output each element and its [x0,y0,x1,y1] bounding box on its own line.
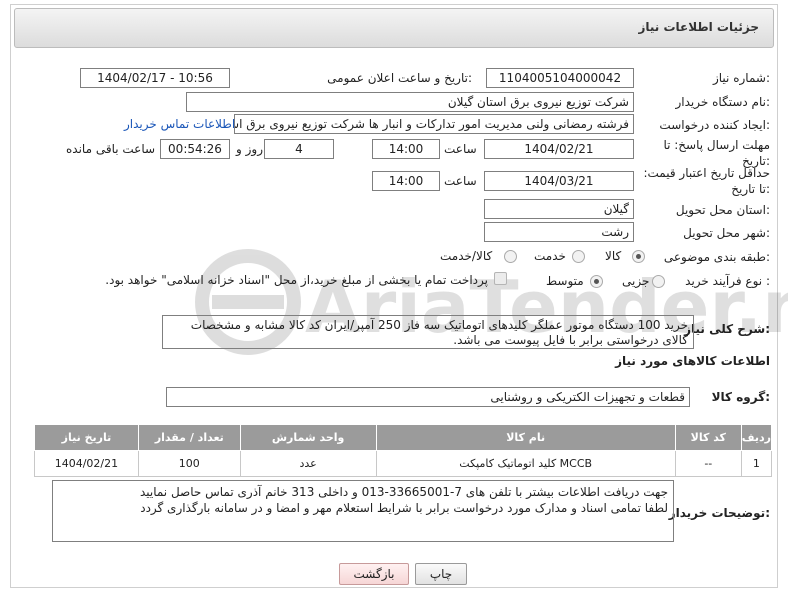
need-number-label: شماره نیاز: [712,71,770,85]
announce-label: تاریخ و ساعت اعلان عمومی: [327,71,472,85]
cell-quantity: 100 [137,450,241,477]
need-number-field[interactable]: 1104005104000042 [486,68,634,88]
process-option-medium: متوسط [546,274,584,288]
category-option-service: خدمت [534,249,566,263]
city-label: شهر محل تحویل: [683,226,770,240]
category-label: طبقه بندی موضوعی: [663,250,770,264]
category-radio-service[interactable] [572,250,585,263]
buyer-notes-label: توضیحات خریدار: [668,506,770,520]
buyer-org-field[interactable]: شرکت توزیع نیروی برق استان گیلان [186,92,634,112]
col-unit: واحد شمارش [239,424,377,451]
category-radio-goods-service[interactable] [504,250,517,263]
days-label: روز و [236,142,263,156]
category-option-goods-service: کالا/خدمت [440,249,493,263]
payment-note: پرداخت تمام یا بخشی از مبلغ خرید،از محل … [105,273,488,287]
reply-time-field[interactable]: 14:00 [372,139,440,159]
days-field[interactable]: 4 [264,139,334,159]
announce-field[interactable]: 1404/02/17 - 10:56 [80,68,230,88]
buyer-notes-textarea[interactable]: جهت دریافت اطلاعات بیشتر با تلفن های 7-3… [52,480,674,542]
goods-table-header: تاریخ نیاز تعداد / مقدار واحد شمارش نام … [34,424,773,451]
description-textarea[interactable]: خرید 100 دستگاه موتور عملگر کلیدهای اتوم… [162,315,694,349]
price-validity-label: حداقل تاریخ اعتبار قیمت: تا تاریخ: [643,166,770,196]
cell-row: 1 [740,450,773,477]
reply-time-label: ساعت [444,142,477,156]
process-option-minor: جزیی [622,274,650,288]
title-bar: جزئیات اطلاعات نیاز [14,8,774,48]
remaining-time-field[interactable]: 00:54:26 [160,139,230,159]
province-label: استان محل تحویل: [675,203,770,217]
cell-unit: عدد [239,450,377,477]
category-option-goods: کالا [605,249,622,263]
process-radio-minor[interactable] [652,275,665,288]
price-time-field[interactable]: 14:00 [372,171,440,191]
province-field[interactable]: گیلان [484,199,634,219]
buyer-org-label: نام دستگاه خریدار: [675,95,771,109]
buyer-notes-line-2: لطفا تمامی اسناد و مدارک مورد درخواست بر… [140,501,668,515]
cell-need-date: 1404/02/21 [34,450,139,477]
col-goods-name: نام کالا [375,424,676,451]
price-time-label: ساعت [444,174,477,188]
col-quantity: تعداد / مقدار [137,424,241,451]
goods-group-field[interactable]: قطعات و تجهیزات الکتریکی و روشنایی [166,387,690,407]
city-field[interactable]: رشت [484,222,634,242]
goods-table: تاریخ نیاز تعداد / مقدار واحد شمارش نام … [34,424,773,477]
creator-field[interactable]: فرشته رمضانی ولنی مدیریت امور تدارکات و … [234,114,634,134]
creator-label: ایجاد کننده درخواست: [659,118,770,132]
reply-date-field[interactable]: 1404/02/21 [484,139,634,159]
remaining-time-label: ساعت باقی مانده [66,142,156,156]
process-radio-medium[interactable] [590,275,603,288]
goods-group-label: گروه کالا: [711,390,770,404]
cell-goods-name: کلید اتوماتیک کامپکت MCCB [375,450,676,477]
process-label: نوع فرآیند خرید : [685,274,770,288]
col-need-date: تاریخ نیاز [34,424,139,451]
col-row: ردیف [740,424,773,451]
goods-section-title: اطلاعات کالاهای مورد نیاز [615,354,770,368]
buyer-notes-line-1: جهت دریافت اطلاعات بیشتر با تلفن های 7-3… [139,485,668,499]
price-date-field[interactable]: 1404/03/21 [484,171,634,191]
page-title: جزئیات اطلاعات نیاز [638,20,759,34]
col-goods-code: کد کالا [674,424,742,451]
treasury-checkbox[interactable] [494,272,507,285]
description-label: شرح کلی نیاز: [684,322,770,336]
category-radio-goods[interactable] [632,250,645,263]
back-button[interactable]: بازگشت [339,563,409,585]
cell-goods-code: -- [674,450,742,477]
print-button[interactable]: چاپ [415,563,467,585]
contact-info-link[interactable]: اطلاعات تماس خریدار [124,117,235,131]
table-row: 1404/02/21 100 عدد کلید اتوماتیک کامپکت … [34,450,773,477]
